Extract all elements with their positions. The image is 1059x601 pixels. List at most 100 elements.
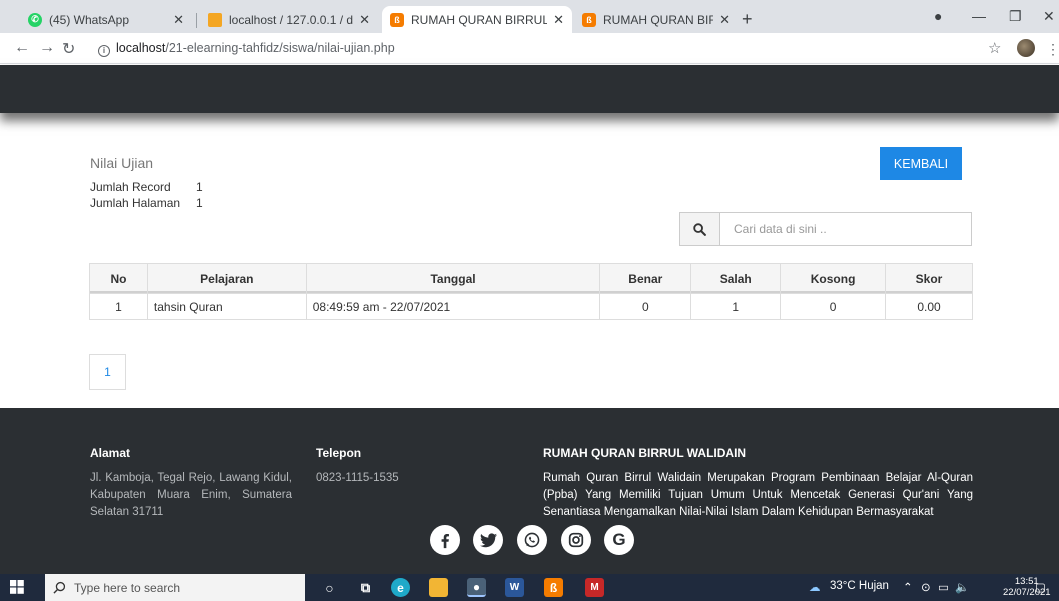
tab-phpmyadmin[interactable]: localhost / 127.0.0.1 / db_elearni ✕	[200, 6, 378, 33]
cell-tanggal: 08:49:59 am - 22/07/2021	[305, 293, 601, 320]
footer-phone-text: 0823-1115-1535	[316, 472, 399, 484]
extension-icon[interactable]: ●	[934, 8, 942, 24]
search-input[interactable]	[720, 213, 971, 245]
browser-tab-strip: ✆ (45) WhatsApp ✕ localhost / 127.0.0.1 …	[0, 0, 1059, 33]
url-host: localhost	[116, 41, 166, 55]
col-header-skor[interactable]: Skor	[885, 263, 973, 294]
cell-salah: 1	[690, 293, 782, 320]
record-count: Jumlah Record 1	[90, 180, 203, 194]
tab-title: RUMAH QURAN BIRRUL WALIDA	[411, 12, 548, 27]
battery-icon[interactable]: ▭	[938, 580, 949, 594]
xampp-icon[interactable]: ß	[544, 578, 563, 597]
instagram-glyph-icon	[568, 532, 584, 548]
edge-icon[interactable]: e	[391, 578, 410, 597]
info-icon[interactable]: i	[98, 45, 110, 57]
facebook-glyph-icon	[441, 534, 449, 549]
whatsapp-icon[interactable]	[517, 525, 547, 555]
footer-about-title: RUMAH QURAN BIRRUL WALIDAIN	[543, 446, 747, 460]
tab-title: RUMAH QURAN BIRRUL WALIDA	[603, 12, 714, 27]
google-icon[interactable]: G	[604, 525, 634, 555]
tab-whatsapp[interactable]: ✆ (45) WhatsApp ✕	[20, 6, 192, 33]
twitter-icon[interactable]	[473, 525, 503, 555]
windows-taskbar: Type here to search ○ ⧉ e ● W ß M ☁ 33°C…	[0, 574, 1059, 601]
search-icon	[693, 222, 706, 236]
file-explorer-icon[interactable]	[429, 578, 448, 597]
restore-button[interactable]: ❐	[1009, 8, 1022, 25]
word-icon[interactable]: W	[505, 578, 524, 597]
cell-kosong: 0	[780, 293, 887, 320]
windows-logo-icon	[10, 580, 24, 594]
table-row: 1 tahsin Quran 08:49:59 am - 22/07/2021 …	[89, 293, 973, 320]
tab-title: (45) WhatsApp	[49, 12, 130, 27]
profile-avatar[interactable]	[1017, 39, 1035, 57]
record-count-value: 1	[196, 180, 203, 194]
cell-pelajaran: tahsin Quran	[146, 293, 307, 320]
cortana-icon[interactable]: ○	[320, 578, 339, 597]
google-glyph-icon: G	[612, 530, 626, 549]
cell-skor: 0.00	[885, 293, 973, 320]
close-tab-icon[interactable]: ✕	[359, 12, 370, 28]
forward-arrow-icon[interactable]: →	[39, 39, 55, 57]
site-header-bar	[0, 65, 1059, 113]
footer-phone-title: Telepon	[316, 446, 362, 460]
col-header-kosong[interactable]: Kosong	[780, 263, 887, 294]
cell-no: 1	[89, 293, 148, 320]
back-arrow-icon[interactable]: ←	[14, 39, 30, 57]
new-tab-button[interactable]: +	[742, 10, 753, 28]
notification-icon[interactable]: ▢	[1035, 580, 1046, 594]
footer-address-text: Jl. Kamboja, Tegal Rejo, Lawang Kidul, K…	[90, 472, 292, 518]
close-tab-icon[interactable]: ✕	[173, 12, 184, 28]
weather-text[interactable]: 33°C Hujan	[830, 580, 889, 592]
site-favicon-icon: ß	[582, 12, 596, 27]
col-header-tanggal[interactable]: Tanggal	[305, 263, 601, 294]
table-header-row: No Pelajaran Tanggal Benar Salah Kosong …	[89, 263, 973, 294]
page-title: Nilai Ujian	[90, 155, 154, 171]
record-count-label: Jumlah Record	[90, 180, 171, 194]
results-table: No Pelajaran Tanggal Benar Salah Kosong …	[89, 263, 973, 320]
col-header-salah[interactable]: Salah	[690, 263, 782, 294]
tab-rumah-quran[interactable]: ß RUMAH QURAN BIRRUL WALIDA ✕	[574, 6, 738, 33]
taskbar-search-box[interactable]: Type here to search	[45, 574, 305, 601]
footer-address-title: Alamat	[90, 446, 131, 460]
search-icon	[53, 581, 66, 594]
close-tab-icon[interactable]: ✕	[553, 12, 564, 28]
browser-toolbar: ← → ↻ i localhost/21-elearning-tahfidz/si…	[0, 33, 1059, 64]
twitter-glyph-icon	[479, 532, 497, 547]
back-button[interactable]: KEMBALI	[880, 147, 962, 180]
instagram-icon[interactable]	[561, 525, 591, 555]
footer-about-text: Rumah Quran Birrul Walidain Merupakan Pr…	[543, 472, 973, 518]
page-count: Jumlah Halaman 1	[90, 196, 203, 210]
task-view-icon[interactable]: ⧉	[356, 578, 375, 597]
volume-icon[interactable]: 🔈	[955, 580, 969, 594]
phpmyadmin-favicon-icon	[208, 12, 222, 27]
windows-start-button[interactable]	[10, 580, 24, 599]
close-window-button[interactable]: ✕	[1043, 8, 1055, 25]
tab-divider	[196, 13, 197, 28]
menu-kebab-icon[interactable]: ⋮	[1046, 41, 1059, 58]
site-footer: Alamat Jl. Kamboja, Tegal Rejo, Lawang K…	[0, 408, 1059, 574]
network-icon[interactable]: ⊙	[921, 580, 931, 594]
whatsapp-glyph-icon	[524, 532, 540, 548]
site-favicon-icon: ß	[390, 12, 404, 27]
chrome-icon[interactable]: ●	[467, 578, 486, 597]
reload-icon[interactable]: ↻	[62, 39, 75, 59]
col-header-benar[interactable]: Benar	[599, 263, 692, 294]
url-path: /21-elearning-tahfidz/siswa/nilai-ujian.…	[165, 41, 395, 55]
bookmark-star-icon[interactable]: ☆	[988, 39, 1001, 57]
tab-title: localhost / 127.0.0.1 / db_elearni	[229, 12, 354, 27]
tab-rumah-quran-active[interactable]: ß RUMAH QURAN BIRRUL WALIDA ✕	[382, 6, 572, 33]
address-bar[interactable]: i localhost/21-elearning-tahfidz/siswa/ni…	[98, 41, 395, 57]
col-header-no[interactable]: No	[89, 263, 148, 294]
page-count-value: 1	[196, 196, 203, 210]
weather-icon[interactable]: ☁	[809, 580, 821, 594]
minimize-button[interactable]: —	[972, 8, 986, 24]
col-header-pelajaran[interactable]: Pelajaran	[146, 263, 307, 294]
close-tab-icon[interactable]: ✕	[719, 12, 730, 28]
page-count-label: Jumlah Halaman	[90, 196, 181, 210]
show-hidden-icons-icon[interactable]: ⌃	[903, 580, 913, 594]
app-icon[interactable]: M	[585, 578, 604, 597]
facebook-icon[interactable]	[430, 525, 460, 555]
search-button[interactable]	[680, 213, 720, 245]
whatsapp-favicon-icon: ✆	[28, 12, 42, 27]
pagination-page-1[interactable]: 1	[89, 354, 126, 390]
